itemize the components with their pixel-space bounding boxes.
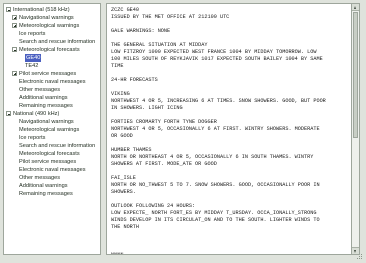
- tree-item-label: Navigational warnings: [19, 15, 74, 21]
- message-line: NORTHWEST 4 OR 5, OCCASIONALLY 6 AT FIRS…: [111, 126, 320, 132]
- message-line: NORTH OR NORTHEAST 4 OR 5, OCCASIONALLY …: [111, 154, 314, 160]
- message-line: GALE WARNINGS: NONE: [111, 28, 171, 34]
- message-line: THE NORTH: [111, 224, 140, 230]
- tree-item-label: GE40: [25, 54, 42, 62]
- scroll-thumb[interactable]: [353, 12, 358, 138]
- scroll-up-button[interactable]: [352, 4, 359, 11]
- tree-item-label: Search and rescue information: [19, 143, 96, 149]
- message-line: HUMBER THAMES: [111, 147, 152, 153]
- tree-item-label: National (490 kHz): [13, 111, 60, 117]
- message-line: FAI_ISLE: [111, 175, 136, 181]
- tree-item-label: Additional warnings: [19, 183, 68, 189]
- message-text-panel[interactable]: ZCZC GE40 ISSUED BY THE MET OFFICE AT 212…: [106, 3, 352, 255]
- collapse-icon[interactable]: [12, 47, 17, 52]
- message-line: NNNN: [111, 252, 124, 255]
- tree-item-label: Remaining messages: [19, 103, 73, 109]
- scroll-down-button[interactable]: [352, 247, 359, 254]
- message-line: WINDS DEVELOP IN ITS CIRCULAT_ON AND TO …: [111, 217, 320, 223]
- tree-item-label: Ice reports: [19, 31, 46, 37]
- tree-item-label: Electronic naval messages: [19, 79, 86, 85]
- tree-item-label: Ice reports: [19, 135, 46, 141]
- expand-icon[interactable]: [12, 23, 17, 28]
- message-line: ZCZC GE40: [111, 7, 140, 13]
- collapse-icon[interactable]: [6, 7, 11, 12]
- resize-grip-icon[interactable]: [357, 254, 363, 260]
- message-line: 100 MILES SOUTH OF REYKJAVIK 1017 EXPECT…: [111, 56, 323, 62]
- tree-item-label: Meteorological forecasts: [19, 151, 80, 157]
- message-line: LOW EXPECTE_ NORTH FORT_ES BY MIDDAY T_U…: [111, 210, 317, 216]
- vertical-scrollbar[interactable]: [352, 3, 360, 255]
- up-arrow-icon: [354, 6, 356, 9]
- message-line: FORTIES CROMARTY FORTH TYNE DOGGER: [111, 119, 217, 125]
- tree-item-label: Meteorological warnings: [19, 23, 80, 29]
- message-category-tree[interactable]: International (518 kHz) Navigational warn…: [3, 3, 101, 255]
- tree-item-label: Search and rescue information: [19, 39, 96, 45]
- tree-item-label: Additional warnings: [19, 95, 68, 101]
- message-line: IN SHOWERS. LIGHT ICING: [111, 105, 183, 111]
- message-line: OUTLOOK FOLLOWING 24 HOURS:: [111, 203, 196, 209]
- message-line: NORTH OR NO_THWEST 5 TO 7. SNOW SHOWERS.…: [111, 182, 320, 188]
- tree-item-label: Meteorological warnings: [19, 127, 80, 133]
- tree-item-label: International (518 kHz): [13, 7, 70, 13]
- tree-item-label: Meteorological forecasts: [19, 47, 80, 53]
- tree-item-label: Other messages: [19, 87, 61, 93]
- message-line: LOW FITZROY 1000 EXPECTED WEST FRANCE 10…: [111, 49, 317, 55]
- tree-item-label: Navigational warnings: [19, 119, 74, 125]
- tree-item-label: Electronic naval messages: [19, 167, 86, 173]
- tree-item-label: Pilot service messages: [19, 159, 77, 165]
- down-arrow-icon: [354, 250, 356, 253]
- message-line: OR GOOD: [111, 133, 133, 139]
- expand-icon[interactable]: [12, 15, 17, 20]
- message-line: 24-HR FORECASTS: [111, 77, 158, 83]
- tree-item-label: Other messages: [19, 175, 61, 181]
- message-line: THE GENERAL SITUATION AT MIDDAY: [111, 42, 208, 48]
- tree-item-label: Pilot service messages: [19, 71, 77, 77]
- message-line: VIKING: [111, 91, 130, 97]
- message-line: SHOWERS.: [111, 189, 136, 195]
- message-line: NORTHWEST 4 OR 5, INCREASING 6 AT TIMES.…: [111, 98, 326, 104]
- navtex-viewer-window: International (518 kHz) Navigational warn…: [0, 0, 366, 263]
- message-line: ISSUED BY THE MET OFFICE AT 212100 UTC: [111, 14, 230, 20]
- message-line: SHOWERS AT FIRST. MODE_ATE OR GOOD: [111, 161, 217, 167]
- expand-icon[interactable]: [12, 71, 17, 76]
- collapse-icon[interactable]: [6, 111, 11, 116]
- tree-item-label: Remaining messages: [19, 191, 73, 197]
- tree-item-label: TE42: [25, 63, 39, 69]
- message-line: TIME: [111, 63, 124, 69]
